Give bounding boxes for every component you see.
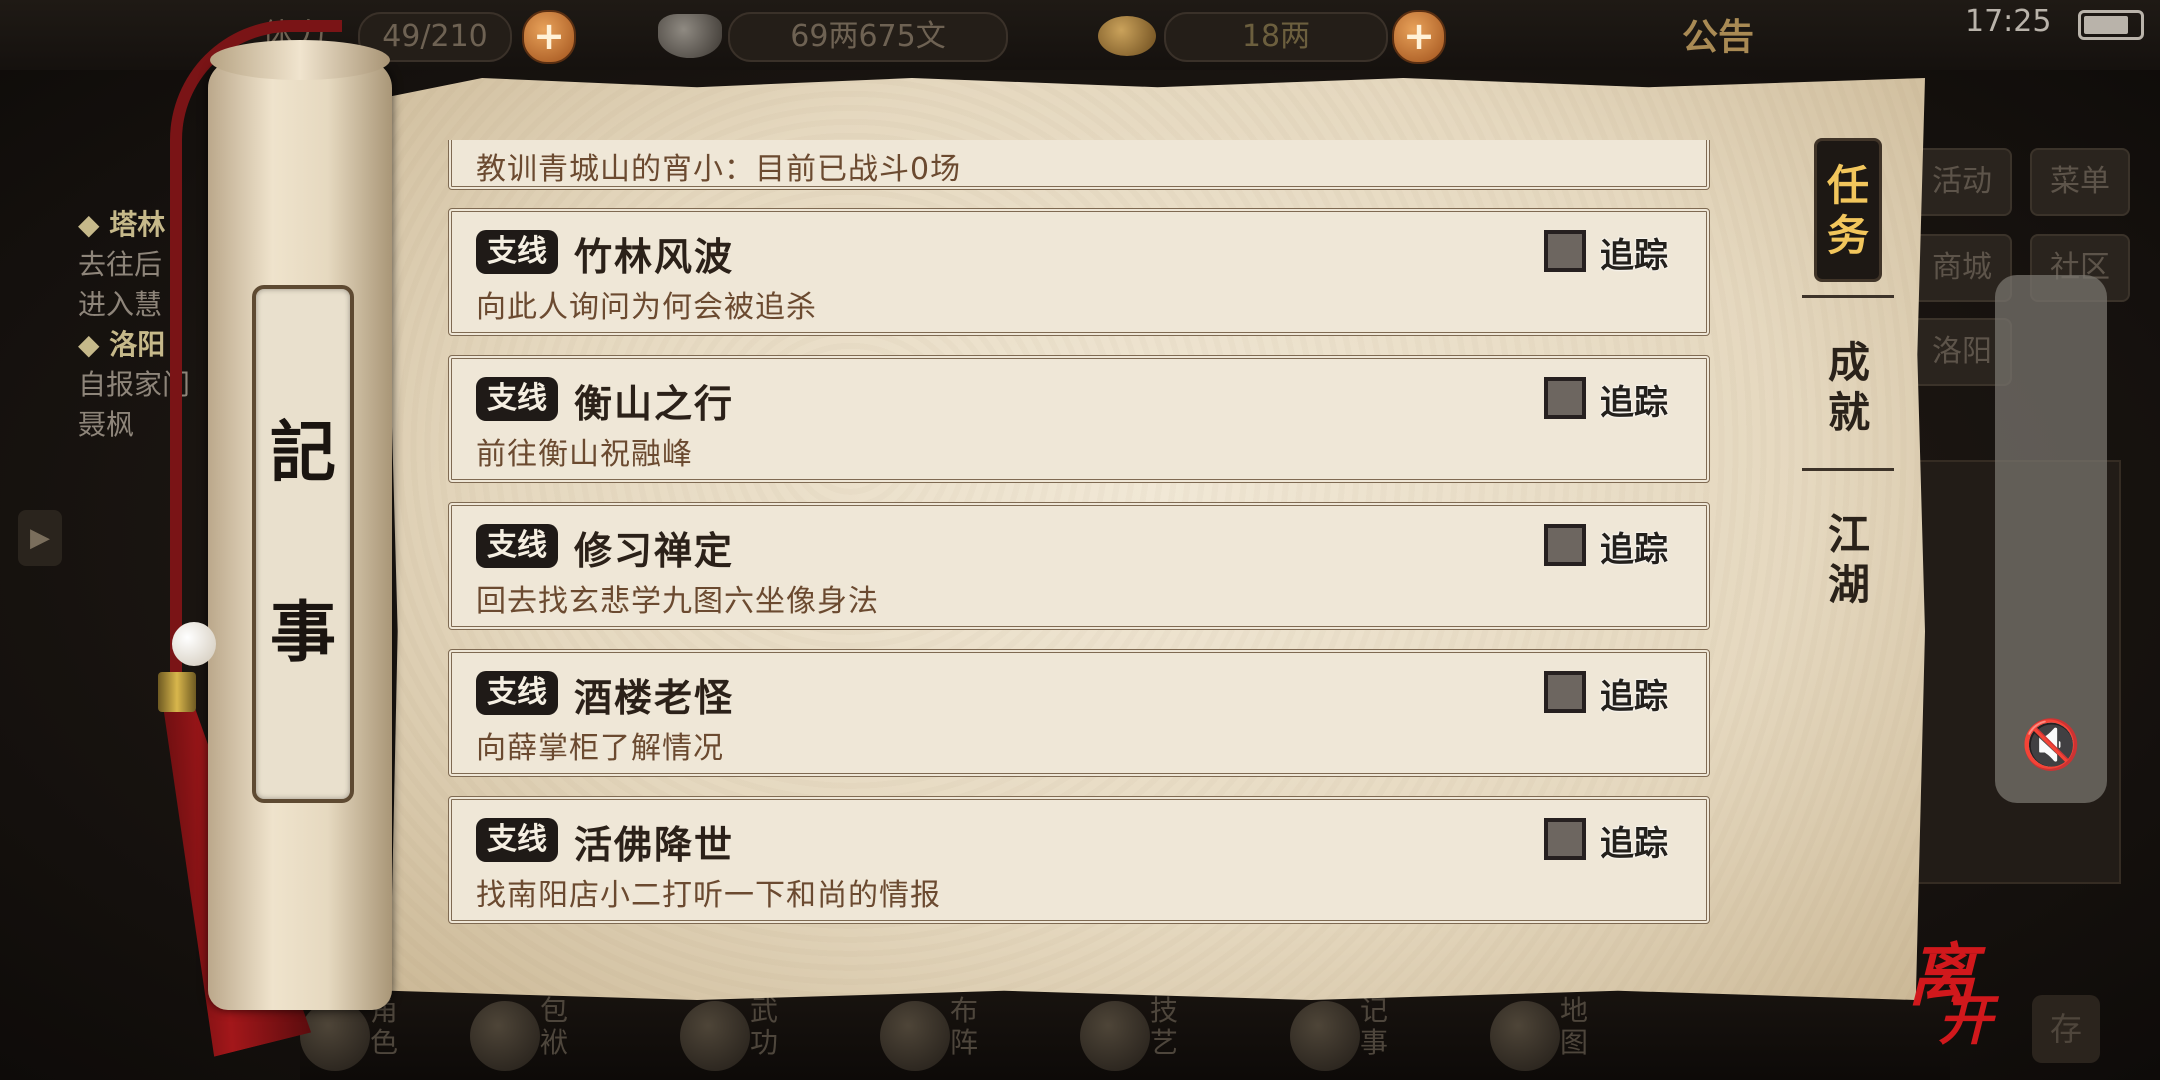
money-value: 69两675文 <box>728 12 1008 62</box>
nav-label: 布阵 <box>950 994 979 1059</box>
ingot-value: 18两 <box>1164 12 1388 62</box>
tab-tasks[interactable]: 任 务 <box>1814 138 1882 282</box>
quest-tag: 支线 <box>476 377 558 421</box>
tab-label-char: 务 <box>1826 211 1869 260</box>
tab-jianghu[interactable]: 江 湖 <box>1816 510 1882 610</box>
tab-label-char: 成 <box>1827 338 1870 387</box>
journal-title-char: 記 <box>270 413 336 491</box>
nav-journal[interactable]: 记事 <box>1290 995 1410 1075</box>
journal-title-plate: 記 事 <box>252 285 354 803</box>
store-button[interactable]: 存 <box>2032 995 2100 1063</box>
quest-card[interactable]: 支线 修习禅定 回去找玄悲学九图六坐像身法 追踪 <box>448 502 1710 630</box>
nav-martial-arts[interactable]: 武功 <box>680 995 800 1075</box>
nav-label: 包袱 <box>540 994 569 1059</box>
track-label: 追踪 <box>1600 236 1668 276</box>
tab-label-char: 任 <box>1826 161 1869 210</box>
track-label: 追踪 <box>1600 530 1668 570</box>
silver-ingot-icon <box>658 14 722 58</box>
nav-label: 记事 <box>1360 994 1389 1059</box>
track-checkbox[interactable] <box>1544 818 1586 860</box>
activity-button[interactable]: 活动 <box>1912 148 2012 216</box>
leave-char: 开 <box>1938 989 1992 1052</box>
quest-desc: 回去找玄悲学九图六坐像身法 <box>476 584 879 619</box>
track-label: 追踪 <box>1600 383 1668 423</box>
expand-arrow-icon[interactable]: ▶ <box>18 510 62 566</box>
quest-desc: 向薛掌柜了解情况 <box>476 731 724 766</box>
book-icon <box>680 1001 750 1071</box>
leave-button[interactable]: 离 开 <box>1908 943 1992 1053</box>
quest-tag: 支线 <box>476 230 558 274</box>
quest-list[interactable]: 教训青城山的宵小：目前已战斗0场 支线 竹林风波 向此人询问为何会被追杀 追踪 … <box>440 140 1710 940</box>
tassel-ring <box>158 672 196 712</box>
character-icon <box>300 1001 370 1071</box>
quest-title: 修习禅定 <box>574 529 735 573</box>
quest-desc: 前往衡山祝融峰 <box>476 437 693 472</box>
tab-divider <box>1802 468 1894 471</box>
track-checkbox[interactable] <box>1544 671 1586 713</box>
battery-icon <box>2078 10 2144 40</box>
tassel-bead <box>172 622 216 666</box>
quest-desc: 向此人询问为何会被追杀 <box>476 290 817 325</box>
quest-desc: 找南阳店小二打听一下和尚的情报 <box>476 878 941 913</box>
quest-title: 酒楼老怪 <box>574 676 735 720</box>
tab-divider <box>1802 295 1894 298</box>
track-label: 追踪 <box>1600 824 1668 864</box>
track-checkbox[interactable] <box>1544 230 1586 272</box>
scroll-icon <box>1290 1001 1360 1071</box>
tab-label-char: 江 <box>1827 510 1870 559</box>
gold-ingot-icon <box>1098 16 1156 56</box>
bag-icon <box>470 1001 540 1071</box>
scroll-rod-cap <box>210 40 390 80</box>
status-time: 17:25 <box>1965 4 2052 39</box>
quest-title: 活佛降世 <box>574 823 735 867</box>
add-stamina-button[interactable]: + <box>522 10 576 64</box>
track-checkbox[interactable] <box>1544 377 1586 419</box>
nav-bag[interactable]: 包袱 <box>470 995 590 1075</box>
nav-label: 地图 <box>1560 994 1589 1059</box>
nav-formation[interactable]: 布阵 <box>880 995 1000 1075</box>
menu-button[interactable]: 菜单 <box>2030 148 2130 216</box>
floating-overlay-panel[interactable]: 🔇 <box>1995 275 2107 803</box>
journal-title-char: 事 <box>270 593 336 671</box>
track-toggle[interactable]: 追踪 <box>1544 375 1684 425</box>
nav-label: 武功 <box>750 994 779 1059</box>
track-toggle[interactable]: 追踪 <box>1544 669 1684 719</box>
quest-desc: 教训青城山的宵小：目前已战斗0场 <box>476 152 962 187</box>
quest-card[interactable]: 支线 竹林风波 向此人询问为何会被追杀 追踪 <box>448 208 1710 336</box>
skill-icon <box>1080 1001 1150 1071</box>
add-ingot-button[interactable]: + <box>1392 10 1446 64</box>
quest-card[interactable]: 支线 活佛降世 找南阳店小二打听一下和尚的情报 追踪 <box>448 796 1710 924</box>
nav-label: 技艺 <box>1150 994 1179 1059</box>
track-toggle[interactable]: 追踪 <box>1544 522 1684 572</box>
quest-card-partial[interactable]: 教训青城山的宵小：目前已战斗0场 <box>448 140 1710 190</box>
tab-achievements[interactable]: 成 就 <box>1816 338 1882 438</box>
notice-button[interactable]: 公告 <box>1682 8 1754 60</box>
nav-skills[interactable]: 技艺 <box>1080 995 1200 1075</box>
tab-label-char: 湖 <box>1827 560 1870 609</box>
track-toggle[interactable]: 追踪 <box>1544 228 1684 278</box>
quest-card[interactable]: 支线 酒楼老怪 向薛掌柜了解情况 追踪 <box>448 649 1710 777</box>
bagua-icon <box>880 1001 950 1071</box>
quest-title: 竹林风波 <box>574 235 735 279</box>
mute-icon[interactable]: 🔇 <box>2021 715 2081 775</box>
track-checkbox[interactable] <box>1544 524 1586 566</box>
nav-map[interactable]: 地图 <box>1490 995 1610 1075</box>
quest-card[interactable]: 支线 衡山之行 前往衡山祝融峰 追踪 <box>448 355 1710 483</box>
tab-label-char: 就 <box>1827 388 1870 437</box>
map-icon <box>1490 1001 1560 1071</box>
quest-tag: 支线 <box>476 524 558 568</box>
quest-tag: 支线 <box>476 818 558 862</box>
quest-tag: 支线 <box>476 671 558 715</box>
track-label: 追踪 <box>1600 677 1668 717</box>
quest-title: 衡山之行 <box>574 382 735 426</box>
track-toggle[interactable]: 追踪 <box>1544 816 1684 866</box>
